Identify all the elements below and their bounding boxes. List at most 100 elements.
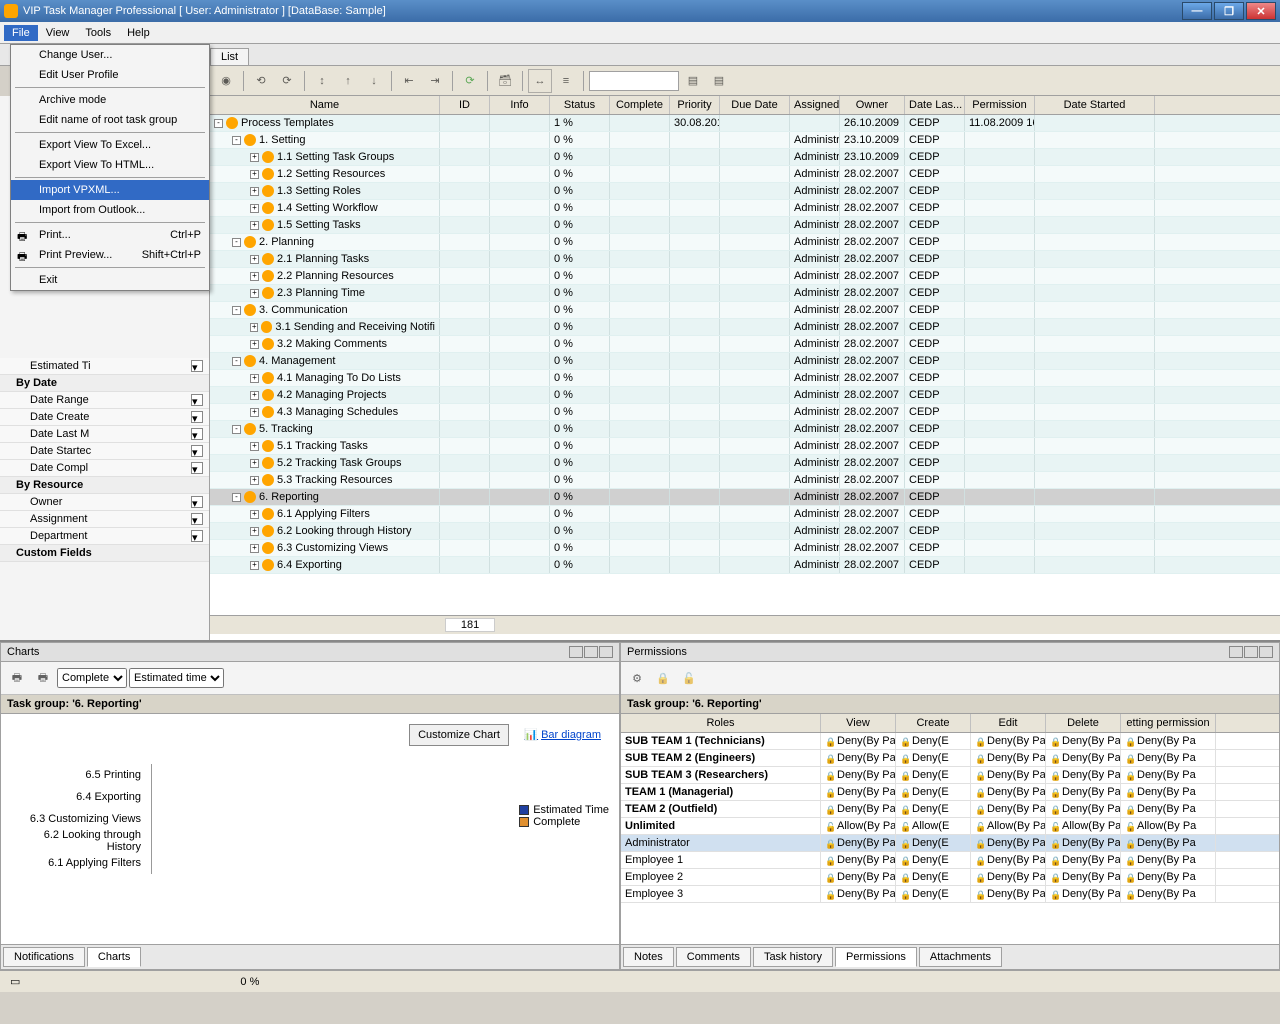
column-header[interactable]: ID <box>440 96 490 114</box>
tree-toggle[interactable]: + <box>250 340 259 349</box>
tree-toggle[interactable]: - <box>232 136 241 145</box>
perm-column-header[interactable]: Edit <box>971 714 1046 732</box>
tree-toggle[interactable]: - <box>214 119 223 128</box>
file-menu-item[interactable]: Change User... <box>11 45 209 65</box>
minimize-button[interactable]: — <box>1182 2 1212 20</box>
tree-toggle[interactable]: + <box>250 374 259 383</box>
task-row[interactable]: +4.3 Managing Schedules0 %Administrator2… <box>210 404 1280 421</box>
task-row[interactable]: +5.3 Tracking Resources0 %Administrator2… <box>210 472 1280 489</box>
toolbar-btn-list[interactable]: ≡ <box>554 69 578 93</box>
file-menu-item[interactable]: Archive mode <box>11 90 209 110</box>
perm-column-header[interactable]: Roles <box>621 714 821 732</box>
file-menu-item[interactable]: Export View To HTML... <box>11 155 209 175</box>
perm-tool-3[interactable]: 🔓 <box>677 666 701 690</box>
task-row[interactable]: +6.1 Applying Filters0 %Administrator28.… <box>210 506 1280 523</box>
tree-toggle[interactable]: - <box>232 357 241 366</box>
dropdown-icon[interactable]: ▾ <box>191 394 203 406</box>
filter-row[interactable]: Assignment▾ <box>0 511 209 528</box>
file-menu-item[interactable]: Import VPXML... <box>11 180 209 200</box>
file-menu-item[interactable]: Import from Outlook... <box>11 200 209 220</box>
task-row[interactable]: +1.5 Setting Tasks0 %Administrator28.02.… <box>210 217 1280 234</box>
column-header[interactable]: Owner <box>840 96 905 114</box>
menu-help[interactable]: Help <box>119 25 158 41</box>
column-header[interactable]: Complete <box>610 96 670 114</box>
menu-view[interactable]: View <box>38 25 78 41</box>
toolbar-btn-1[interactable]: ◉ <box>214 69 238 93</box>
filter-row[interactable]: Department▾ <box>0 528 209 545</box>
tree-toggle[interactable]: + <box>250 544 259 553</box>
perm-row[interactable]: SUB TEAM 3 (Researchers)Deny(By PaDeny(E… <box>621 767 1279 784</box>
task-row[interactable]: +4.1 Managing To Do Lists0 %Administrato… <box>210 370 1280 387</box>
column-header[interactable]: Info <box>490 96 550 114</box>
tree-toggle[interactable]: + <box>250 561 259 570</box>
customize-chart-button[interactable]: Customize Chart <box>409 724 509 746</box>
menu-tools[interactable]: Tools <box>77 25 119 41</box>
filter-row[interactable]: Owner▾ <box>0 494 209 511</box>
toolbar-btn-refresh[interactable]: ⟳ <box>458 69 482 93</box>
task-row[interactable]: +1.2 Setting Resources0 %Administrator28… <box>210 166 1280 183</box>
column-header[interactable]: Status <box>550 96 610 114</box>
task-row[interactable]: -4. Management0 %Administrator28.02.2007… <box>210 353 1280 370</box>
task-row[interactable]: +6.3 Customizing Views0 %Administrator28… <box>210 540 1280 557</box>
tree-toggle[interactable]: + <box>250 510 259 519</box>
panel-btn-close[interactable] <box>599 646 613 658</box>
task-row[interactable]: +2.2 Planning Resources0 %Administrator2… <box>210 268 1280 285</box>
task-row[interactable]: -6. Reporting0 %Administrator28.02.2007C… <box>210 489 1280 506</box>
tree-toggle[interactable]: + <box>250 221 259 230</box>
bottom-tab[interactable]: Charts <box>87 947 141 967</box>
dropdown-icon[interactable]: ▾ <box>191 428 203 440</box>
perm-tool-1[interactable]: ⚙ <box>625 666 649 690</box>
tree-toggle[interactable]: + <box>250 442 259 451</box>
file-menu-item[interactable]: Export View To Excel... <box>11 135 209 155</box>
toolbar-btn-3[interactable]: ⟳ <box>275 69 299 93</box>
tree-toggle[interactable]: + <box>250 527 259 536</box>
tree-toggle[interactable]: + <box>250 170 259 179</box>
task-row[interactable]: +2.3 Planning Time0 %Administrator28.02.… <box>210 285 1280 302</box>
bottom-tab[interactable]: Notifications <box>3 947 85 967</box>
toolbar-btn-down[interactable]: ↓ <box>362 69 386 93</box>
task-row[interactable]: +2.1 Planning Tasks0 %Administrator28.02… <box>210 251 1280 268</box>
task-row[interactable]: -1. Setting0 %Administrator23.10.2009CED… <box>210 132 1280 149</box>
task-row[interactable]: -2. Planning0 %Administrator28.02.2007CE… <box>210 234 1280 251</box>
bottom-tab[interactable]: Comments <box>676 947 751 967</box>
perm-column-header[interactable]: Delete <box>1046 714 1121 732</box>
perm-row[interactable]: Employee 1Deny(By PaDeny(EDeny(By PaDeny… <box>621 852 1279 869</box>
menu-file[interactable]: File <box>4 25 38 41</box>
task-row[interactable]: -Process Templates1 %30.08.201526.10.200… <box>210 115 1280 132</box>
perm-column-header[interactable]: View <box>821 714 896 732</box>
task-row[interactable]: -3. Communication0 %Administrator28.02.2… <box>210 302 1280 319</box>
tree-toggle[interactable]: + <box>250 153 259 162</box>
task-row[interactable]: +6.2 Looking through History0 %Administr… <box>210 523 1280 540</box>
perm-column-header[interactable]: Create <box>896 714 971 732</box>
tree-toggle[interactable]: + <box>250 408 259 417</box>
bottom-tab[interactable]: Permissions <box>835 947 917 967</box>
maximize-button[interactable]: ❐ <box>1214 2 1244 20</box>
tree-toggle[interactable]: - <box>232 238 241 247</box>
dropdown-icon[interactable]: ▾ <box>191 496 203 508</box>
chart-preview-icon[interactable]: 🖶 <box>31 666 55 690</box>
dropdown-icon[interactable]: ▾ <box>191 530 203 542</box>
filter-row[interactable]: Date Startec▾ <box>0 443 209 460</box>
file-menu-item[interactable]: Exit <box>11 270 209 290</box>
panel-btn-1[interactable] <box>1229 646 1243 658</box>
tree-toggle[interactable]: + <box>250 272 259 281</box>
perm-row[interactable]: Employee 2Deny(By PaDeny(EDeny(By PaDeny… <box>621 869 1279 886</box>
filter-row[interactable]: Date Last M▾ <box>0 426 209 443</box>
task-row[interactable]: +4.2 Managing Projects0 %Administrator28… <box>210 387 1280 404</box>
toolbar-btn-2[interactable]: ⟲ <box>249 69 273 93</box>
perm-tool-2[interactable]: 🔒 <box>651 666 675 690</box>
toolbar-btn-indent-in[interactable]: ⇥ <box>423 69 447 93</box>
chart-print-icon[interactable]: 🖶 <box>5 666 29 690</box>
perm-row[interactable]: TEAM 2 (Outfield)Deny(By PaDeny(EDeny(By… <box>621 801 1279 818</box>
tree-toggle[interactable]: + <box>250 459 259 468</box>
dropdown-icon[interactable]: ▾ <box>191 360 203 372</box>
file-menu-item[interactable]: Edit User Profile <box>11 65 209 85</box>
task-row[interactable]: +1.3 Setting Roles0 %Administrator28.02.… <box>210 183 1280 200</box>
perm-row[interactable]: SUB TEAM 1 (Technicians)Deny(By PaDeny(E… <box>621 733 1279 750</box>
tree-toggle[interactable]: + <box>250 187 259 196</box>
tree-toggle[interactable]: - <box>232 493 241 502</box>
tree-toggle[interactable]: + <box>250 204 259 213</box>
tree-toggle[interactable]: + <box>250 476 259 485</box>
tab-list[interactable]: List <box>210 48 249 65</box>
perm-row[interactable]: Employee 3Deny(By PaDeny(EDeny(By PaDeny… <box>621 886 1279 903</box>
